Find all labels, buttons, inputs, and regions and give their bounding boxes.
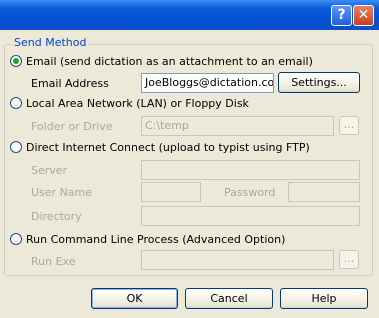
server-field[interactable] [141,160,360,180]
send-method-legend: Send Method [12,36,89,49]
cancel-button[interactable]: Cancel [185,288,273,309]
ok-button[interactable]: OK [91,288,178,309]
help-title-button[interactable]: ? [331,5,352,26]
email-radio[interactable] [10,55,22,67]
ftp-radio[interactable] [10,141,22,153]
run-exe-label: Run Exe [31,255,76,268]
user-name-label: User Name [31,186,93,199]
directory-label: Directory [31,210,82,223]
server-label: Server [31,164,68,177]
folder-field[interactable]: C:\temp [141,116,334,136]
folder-browse-button[interactable]: ... [339,116,359,135]
close-button[interactable]: ✕ [353,5,374,26]
help-button[interactable]: Help [280,288,368,309]
lan-radio-label[interactable]: Local Area Network (LAN) or Floppy Disk [26,97,249,110]
title-bar: ? ✕ [0,0,379,30]
password-field[interactable] [288,182,360,202]
cmd-radio-label[interactable]: Run Command Line Process (Advanced Optio… [26,233,285,246]
cmd-radio[interactable] [10,233,22,245]
run-exe-browse-button[interactable]: ... [339,250,359,269]
email-radio-label[interactable]: Email (send dictation as an attachment t… [26,55,313,68]
email-address-label: Email Address [31,77,109,90]
ftp-radio-label[interactable]: Direct Internet Connect (upload to typis… [26,141,310,154]
email-address-field[interactable]: JoeBloggs@dictation.com [141,73,274,93]
dialog-window: ? ✕ Send Method Email (send dictation as… [0,0,379,318]
directory-field[interactable] [141,206,360,226]
run-exe-field[interactable] [141,250,334,270]
password-label: Password [224,186,276,199]
lan-radio[interactable] [10,97,22,109]
folder-label: Folder or Drive [31,120,113,133]
user-name-field[interactable] [141,182,201,202]
settings-button[interactable]: Settings... [278,72,360,93]
